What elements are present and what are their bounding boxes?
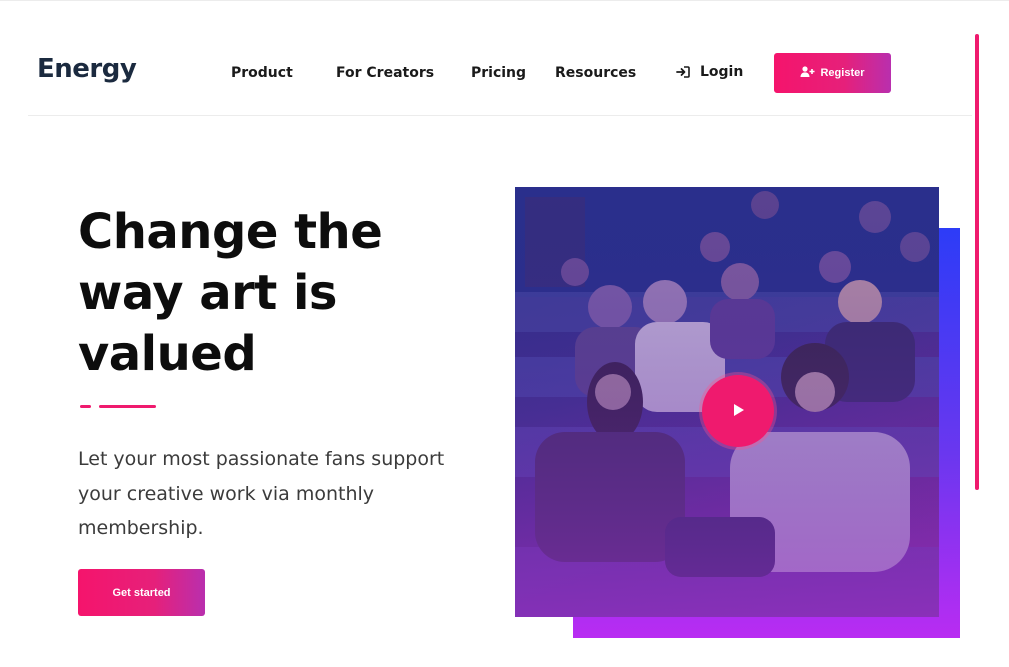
hero-subtext: Let your most passionate fans support yo…: [78, 448, 445, 539]
hero-headline: Change the way art is valued: [78, 202, 498, 385]
top-divider: [0, 0, 1009, 1]
play-video-button[interactable]: [702, 375, 774, 447]
user-plus-icon: [800, 66, 815, 80]
play-icon: [730, 402, 746, 421]
get-started-button[interactable]: Get started: [78, 569, 205, 616]
headline-line-2: way art is: [78, 265, 338, 321]
nav-link-pricing[interactable]: Pricing: [471, 65, 526, 81]
login-link[interactable]: Login: [676, 64, 743, 80]
register-label: Register: [820, 67, 865, 79]
register-button[interactable]: Register: [774, 53, 891, 93]
accent-dash-short: [80, 405, 91, 408]
login-label: Login: [700, 64, 744, 80]
brand-logo[interactable]: Energy: [37, 54, 137, 84]
nav-link-product[interactable]: Product: [231, 65, 293, 81]
headline-line-1: Change the: [78, 204, 383, 260]
headline-line-3: valued: [78, 326, 257, 382]
nav-link-for-creators[interactable]: For Creators: [336, 65, 434, 81]
accent-dash-long: [99, 405, 156, 408]
nav-link-resources[interactable]: Resources: [555, 65, 636, 81]
sign-in-icon: [676, 66, 690, 78]
site-header: Energy Product For Creators Pricing Reso…: [28, 40, 972, 116]
scroll-indicator[interactable]: [975, 34, 979, 490]
